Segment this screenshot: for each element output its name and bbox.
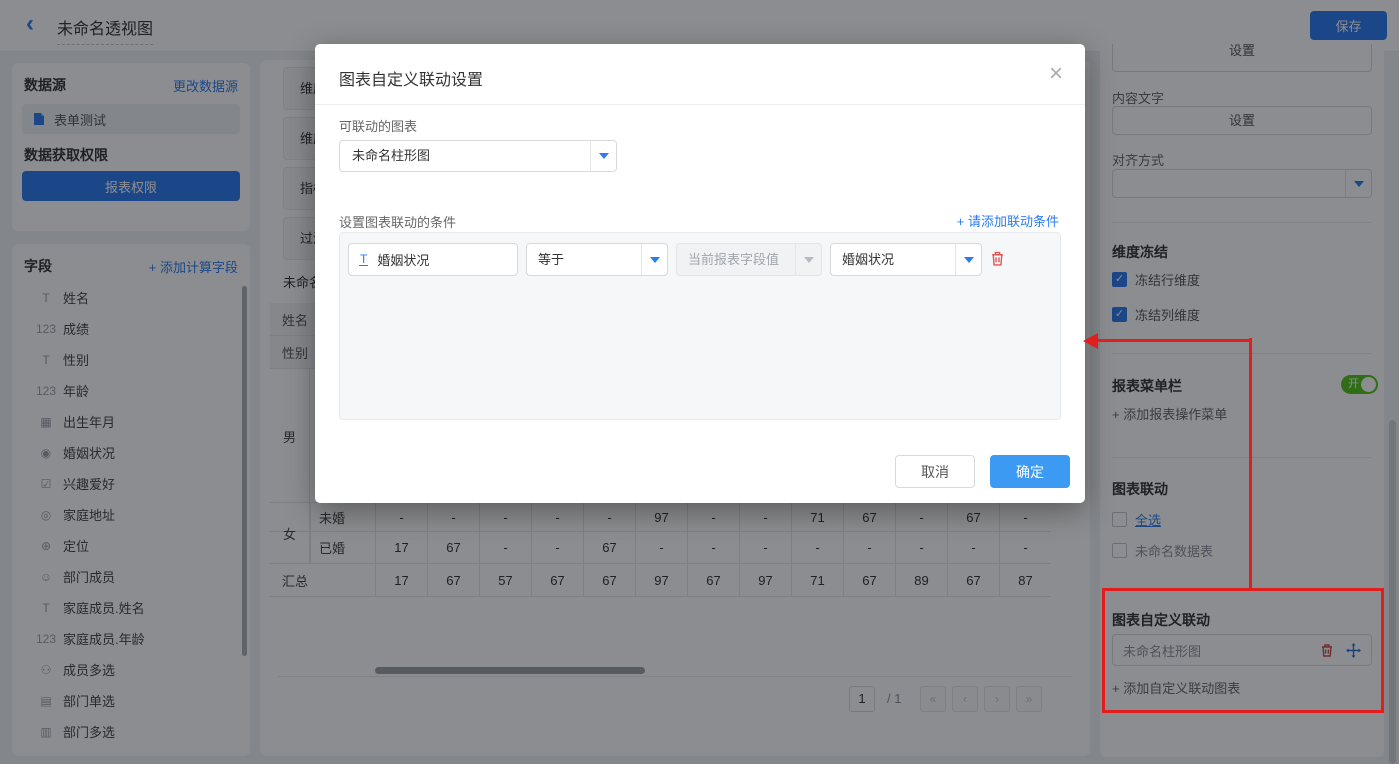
modal-header-divider [315,104,1085,105]
condition-value-value: 婚姻状况 [842,244,894,275]
condition-source-value: 当前报表字段值 [688,244,779,275]
text-type-icon: T [359,253,368,266]
chevron-down-icon [650,257,660,263]
close-icon[interactable]: × [1049,60,1063,88]
condition-source-select[interactable]: 当前报表字段值 [676,243,822,276]
condition-value-select[interactable]: 婚姻状况 [830,243,982,276]
linkable-chart-label: 可联动的图表 [339,116,417,135]
chevron-down-icon [804,257,814,263]
condition-operator-select[interactable]: 等于 [526,243,668,276]
linkable-chart-value: 未命名柱形图 [352,141,430,171]
chevron-down-icon [599,153,609,159]
annotation-highlight-box [1102,588,1384,713]
annotation-arrowhead [1083,333,1098,349]
cancel-button[interactable]: 取消 [895,455,975,488]
linkable-chart-select[interactable]: 未命名柱形图 [339,140,617,172]
condition-section-label: 设置图表联动的条件 [339,212,456,231]
annotation-vertical-line [1249,338,1252,590]
app-root: { "topbar": { "back_icon": "‹", "title":… [0,0,1399,764]
confirm-button[interactable]: 确定 [990,455,1070,488]
delete-condition-icon[interactable] [990,250,1005,267]
annotation-horizontal-line [1097,339,1251,342]
select-caret-section [795,244,821,275]
select-caret-section [955,244,981,275]
condition-panel: T 婚姻状况 等于 当前报表字段值 婚姻状况 [339,232,1061,420]
modal-title: 图表自定义联动设置 [339,66,483,90]
select-caret-section [590,141,616,171]
condition-operator-value: 等于 [538,244,564,275]
select-caret-section [641,244,667,275]
custom-linkage-modal: 图表自定义联动设置 × 可联动的图表 未命名柱形图 设置图表联动的条件 + 请添… [315,44,1085,503]
add-condition-link[interactable]: + 请添加联动条件 [957,211,1059,230]
condition-field-value: 婚姻状况 [377,250,429,269]
condition-field-input[interactable]: T 婚姻状况 [348,243,518,276]
chevron-down-icon [964,257,974,263]
